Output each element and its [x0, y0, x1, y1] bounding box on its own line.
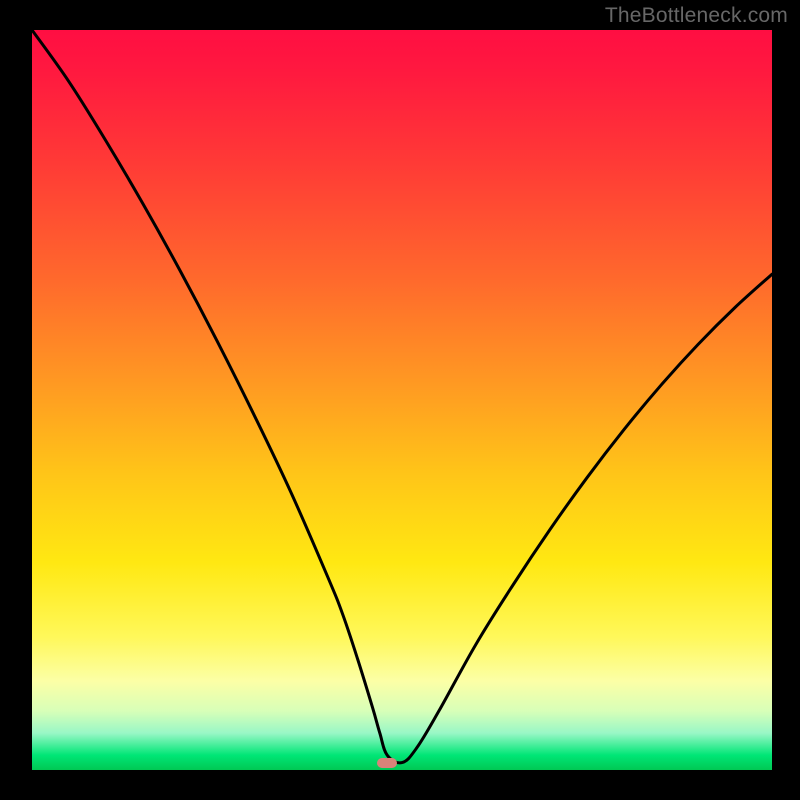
- watermark-label: TheBottleneck.com: [605, 4, 788, 28]
- chart-frame: TheBottleneck.com: [0, 0, 800, 800]
- minimum-marker: [377, 758, 397, 768]
- plot-area: [32, 30, 772, 770]
- bottleneck-curve: [32, 30, 772, 770]
